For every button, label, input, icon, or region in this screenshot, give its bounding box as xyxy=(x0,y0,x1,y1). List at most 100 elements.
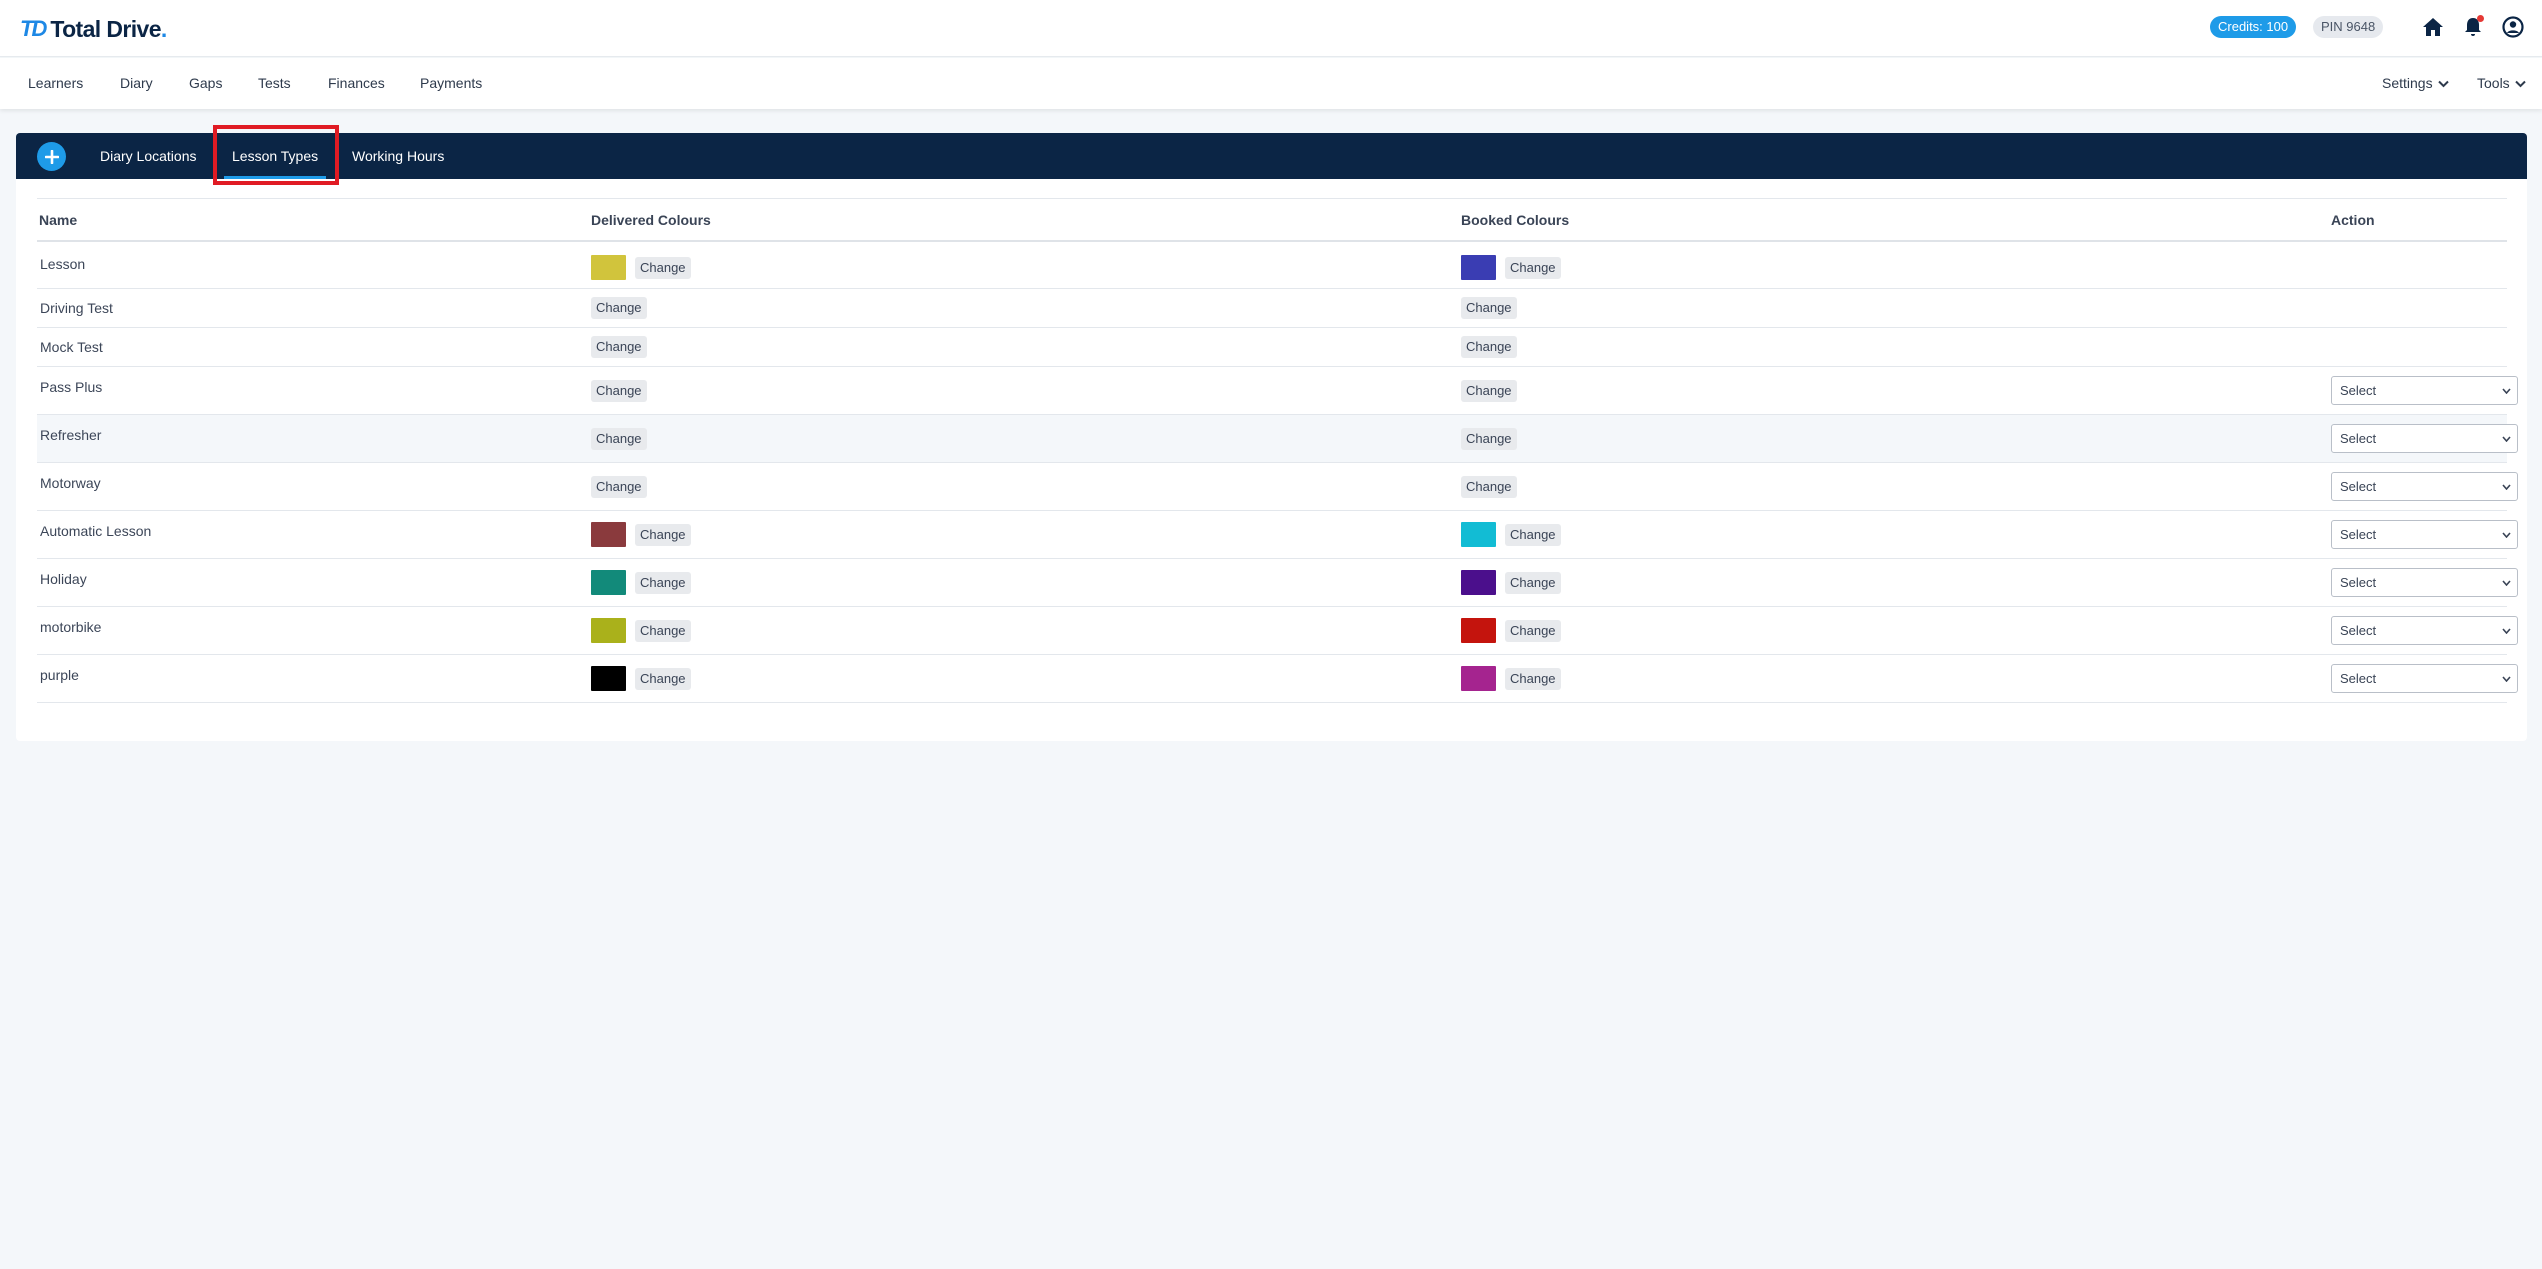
change-booked-colour-button[interactable]: Change xyxy=(1461,297,1517,319)
add-button[interactable] xyxy=(37,142,66,171)
change-booked-colour-button[interactable]: Change xyxy=(1461,336,1517,358)
change-delivered-colour-button[interactable]: Change xyxy=(635,256,691,279)
lesson-types-card: Diary Locations Lesson Types Working Hou… xyxy=(16,133,2527,741)
user-circle-icon[interactable] xyxy=(2500,14,2526,40)
table-row: Holiday Change Change Select xyxy=(37,559,2518,607)
table-row: Pass Plus Change Change Select xyxy=(37,367,2518,415)
delivered-colour-cell: Change xyxy=(591,570,691,595)
credits-badge[interactable]: Credits: 100 xyxy=(2210,16,2297,38)
chevron-down-icon xyxy=(2437,80,2449,87)
lesson-type-name: Pass Plus xyxy=(40,379,103,395)
change-delivered-colour-button[interactable]: Change xyxy=(591,336,647,358)
delivered-colour-cell: Change xyxy=(591,380,647,402)
nav-gaps[interactable]: Gaps xyxy=(189,58,222,109)
booked-colour-cell: Change xyxy=(1461,666,1561,691)
action-select[interactable]: Select xyxy=(2331,664,2518,693)
chevron-down-icon xyxy=(2502,531,2511,538)
booked-colour-swatch xyxy=(1461,522,1496,547)
tab-working-hours[interactable]: Working Hours xyxy=(352,133,444,179)
delivered-colour-cell: Change xyxy=(591,618,691,643)
booked-colour-cell: Change xyxy=(1461,618,1561,643)
table-row: Refresher Change Change Select xyxy=(37,415,2518,463)
delivered-colour-cell: Change xyxy=(591,476,647,498)
lesson-type-name: Lesson xyxy=(40,256,86,272)
lesson-type-name: Driving Test xyxy=(40,300,113,316)
change-delivered-colour-button[interactable]: Change xyxy=(635,619,691,642)
nav-finances[interactable]: Finances xyxy=(328,58,385,109)
nav-settings[interactable]: Settings xyxy=(2382,58,2449,109)
action-select[interactable]: Select xyxy=(2331,376,2518,405)
action-select-label: Select xyxy=(2340,623,2377,638)
bell-icon[interactable] xyxy=(2460,14,2486,40)
table-row: Lesson Change Change xyxy=(37,242,2507,289)
delivered-colour-swatch xyxy=(591,570,626,595)
action-select-label: Select xyxy=(2340,383,2377,398)
action-select-label: Select xyxy=(2340,575,2377,590)
action-select[interactable]: Select xyxy=(2331,520,2518,549)
change-delivered-colour-button[interactable]: Change xyxy=(635,667,691,690)
chevron-down-icon xyxy=(2502,387,2511,394)
tab-lesson-types[interactable]: Lesson Types xyxy=(223,133,327,179)
change-booked-colour-button[interactable]: Change xyxy=(1505,256,1561,279)
action-select[interactable]: Select xyxy=(2331,424,2518,453)
change-delivered-colour-button[interactable]: Change xyxy=(591,476,647,498)
logo-mark: TD xyxy=(20,16,47,41)
header-action: Action xyxy=(2331,212,2375,228)
change-delivered-colour-button[interactable]: Change xyxy=(591,297,647,319)
booked-colour-swatch xyxy=(1461,666,1496,691)
nav-learners[interactable]: Learners xyxy=(28,58,83,109)
change-delivered-colour-button[interactable]: Change xyxy=(591,428,647,450)
logo[interactable]: TD Total Drive. xyxy=(20,14,167,44)
change-delivered-colour-button[interactable]: Change xyxy=(591,380,647,402)
action-cell: Select xyxy=(2331,616,2518,645)
booked-colour-swatch xyxy=(1461,618,1496,643)
booked-colour-cell: Change xyxy=(1461,380,1517,402)
change-booked-colour-button[interactable]: Change xyxy=(1505,619,1561,642)
nav-tools-label: Tools xyxy=(2477,75,2510,91)
delivered-colour-cell: Change xyxy=(591,297,647,319)
change-delivered-colour-button[interactable]: Change xyxy=(635,523,691,546)
table-row: Automatic Lesson Change Change Select xyxy=(37,511,2518,559)
nav-payments[interactable]: Payments xyxy=(420,58,482,109)
tab-diary-locations[interactable]: Diary Locations xyxy=(100,133,197,179)
header-delivered-colours: Delivered Colours xyxy=(591,212,711,228)
action-select[interactable]: Select xyxy=(2331,616,2518,645)
action-select[interactable]: Select xyxy=(2331,568,2518,597)
top-header: TD Total Drive. Credits: 100 PIN 9648 xyxy=(0,0,2542,57)
header-booked-colours: Booked Colours xyxy=(1461,212,1570,228)
booked-colour-cell: Change xyxy=(1461,522,1561,547)
change-booked-colour-button[interactable]: Change xyxy=(1461,476,1517,498)
nav-diary[interactable]: Diary xyxy=(120,58,153,109)
table-row: motorbike Change Change Select xyxy=(37,607,2518,655)
change-booked-colour-button[interactable]: Change xyxy=(1461,428,1517,450)
home-icon[interactable] xyxy=(2420,14,2446,40)
settings-tabbar: Diary Locations Lesson Types Working Hou… xyxy=(16,133,2527,179)
table-header: Name Delivered Colours Booked Colours Ac… xyxy=(37,198,2507,242)
header-name: Name xyxy=(39,212,78,228)
change-delivered-colour-button[interactable]: Change xyxy=(635,571,691,594)
change-booked-colour-button[interactable]: Change xyxy=(1505,667,1561,690)
booked-colour-cell: Change xyxy=(1461,255,1561,280)
chevron-down-icon xyxy=(2514,80,2526,87)
action-select-label: Select xyxy=(2340,671,2377,686)
nav-tests[interactable]: Tests xyxy=(258,58,291,109)
chevron-down-icon xyxy=(2502,435,2511,442)
booked-colour-cell: Change xyxy=(1461,570,1561,595)
lesson-type-name: Motorway xyxy=(40,475,101,491)
change-booked-colour-button[interactable]: Change xyxy=(1505,523,1561,546)
change-booked-colour-button[interactable]: Change xyxy=(1461,380,1517,402)
logo-name: Total Drive xyxy=(50,15,161,42)
table-row: Driving Test Change Change xyxy=(37,289,2507,328)
action-cell: Select xyxy=(2331,424,2518,453)
nav-tools[interactable]: Tools xyxy=(2477,58,2526,109)
action-select[interactable]: Select xyxy=(2331,472,2518,501)
chevron-down-icon xyxy=(2502,579,2511,586)
delivered-colour-swatch xyxy=(591,522,626,547)
pin-badge: PIN 9648 xyxy=(2313,16,2384,38)
lesson-type-name: Holiday xyxy=(40,571,87,587)
action-cell: Select xyxy=(2331,568,2518,597)
change-booked-colour-button[interactable]: Change xyxy=(1505,571,1561,594)
action-select-label: Select xyxy=(2340,527,2377,542)
action-cell: Select xyxy=(2331,376,2518,405)
delivered-colour-swatch xyxy=(591,255,626,280)
